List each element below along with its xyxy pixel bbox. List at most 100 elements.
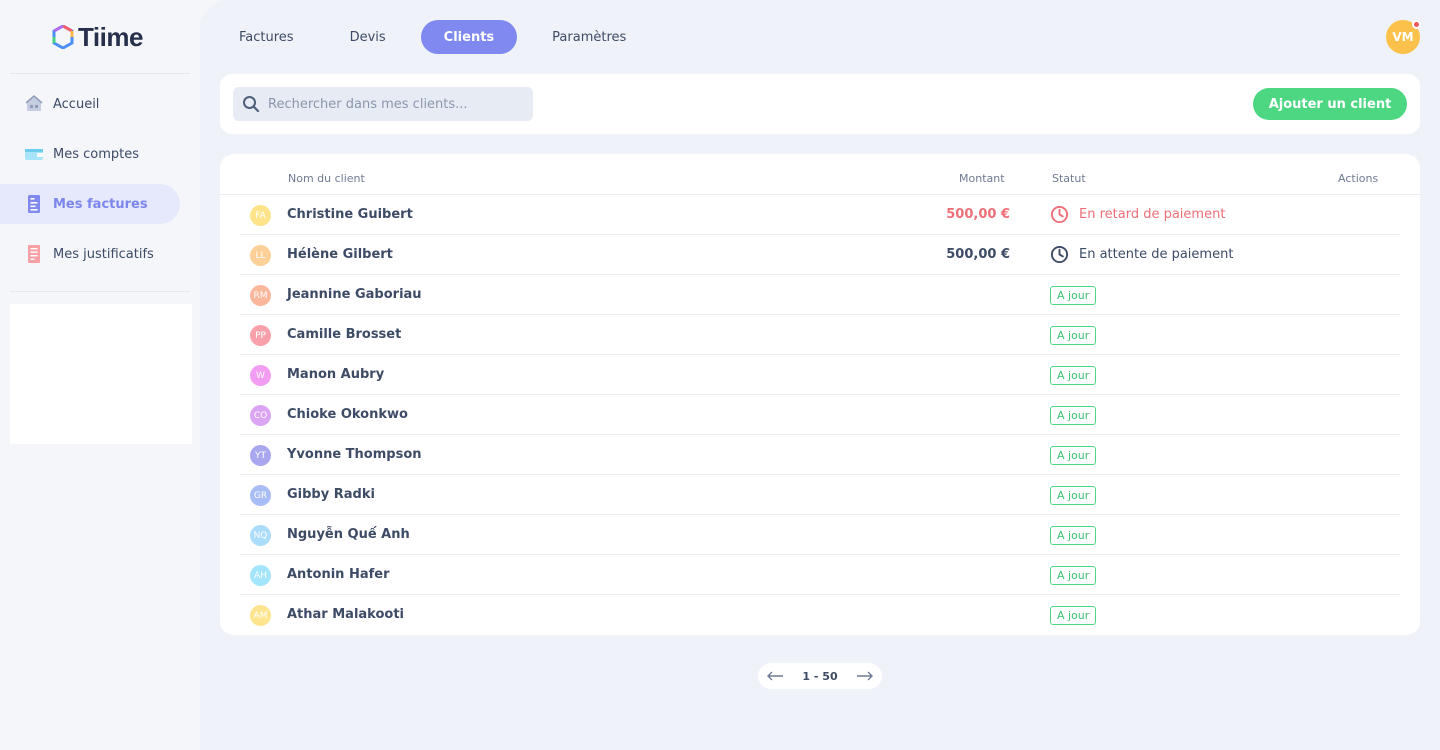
tab-parametres[interactable]: Paramètres — [529, 20, 649, 54]
client-avatar: AH — [250, 565, 271, 586]
client-name[interactable]: Nguyễn Quế Anh — [287, 527, 410, 542]
client-avatar: PP — [250, 325, 271, 346]
status-badge: A jour — [1050, 526, 1097, 545]
client-avatar: AM — [250, 605, 271, 626]
status-badge: A jour — [1050, 286, 1097, 305]
status-cell: A jour — [1050, 485, 1097, 505]
page-range: 1 - 50 — [802, 669, 838, 683]
client-name[interactable]: Manon Aubry — [287, 367, 384, 382]
sidebar: Tiime Accueil Mes comptes Mes factures M… — [0, 0, 200, 750]
pagination: 1 - 50 — [758, 663, 882, 689]
arrow-right-icon — [857, 671, 873, 681]
search-field[interactable] — [233, 87, 533, 121]
client-name[interactable]: Yvonne Thompson — [287, 447, 422, 462]
status-cell: A jour — [1050, 365, 1097, 385]
status-badge: A jour — [1050, 486, 1097, 505]
search-toolbar: Ajouter un client — [220, 74, 1420, 134]
client-avatar: YT — [250, 445, 271, 466]
tab-factures[interactable]: Factures — [216, 20, 317, 54]
sidebar-item-label: Mes justificatifs — [53, 246, 154, 262]
table-row[interactable]: W Manon Aubry A jour — [240, 355, 1400, 395]
tab-devis[interactable]: Devis — [327, 20, 409, 54]
search-icon — [243, 96, 260, 113]
sidebar-item-mes-comptes[interactable]: Mes comptes — [0, 134, 180, 174]
table-row[interactable]: LL Hélène Gilbert 500,00 € En attente de pa… — [240, 235, 1400, 275]
add-client-button[interactable]: Ajouter un client — [1253, 88, 1407, 120]
sidebar-item-label: Accueil — [53, 96, 100, 112]
client-avatar: FA — [250, 205, 271, 226]
sidebar-item-label: Mes comptes — [53, 146, 140, 162]
status-badge: A jour — [1050, 406, 1097, 425]
status-cell: A jour — [1050, 445, 1097, 465]
status-badge: A jour — [1050, 366, 1097, 385]
status-badge: A jour — [1050, 606, 1097, 625]
client-amount: 500,00 € — [946, 247, 1010, 262]
table-row[interactable]: NQ Nguyễn Quế Anh A jour — [240, 515, 1400, 555]
status-badge: A jour — [1050, 326, 1097, 345]
client-avatar: NQ — [250, 525, 271, 546]
table-header: Nom du client Montant Statut Actions — [220, 154, 1420, 195]
clock-icon — [1050, 205, 1069, 224]
home-icon — [24, 94, 44, 114]
status-badge: A jour — [1050, 566, 1097, 585]
client-avatar: RM — [250, 285, 271, 306]
column-header-amount[interactable]: Montant — [959, 172, 1005, 185]
table-row[interactable]: YT Yvonne Thompson A jour — [240, 435, 1400, 475]
client-avatar: CO — [250, 405, 271, 426]
status-cell: A jour — [1050, 285, 1097, 305]
sidebar-item-mes-justificatifs[interactable]: Mes justificatifs — [0, 234, 180, 274]
client-avatar: W — [250, 365, 271, 386]
client-name[interactable]: Jeannine Gaboriau — [287, 287, 422, 302]
table-row[interactable]: GR Gibby Radki A jour — [240, 475, 1400, 515]
status-cell: A jour — [1050, 605, 1097, 625]
client-name[interactable]: Athar Malakooti — [287, 607, 404, 622]
table-row[interactable]: CO Chioke Okonkwo A jour — [240, 395, 1400, 435]
main-content: Factures Devis Clients Paramètres VM Ajo… — [200, 0, 1440, 750]
status-cell: A jour — [1050, 525, 1097, 545]
top-tabs: Factures Devis Clients Paramètres — [216, 20, 661, 54]
column-header-actions: Actions — [1338, 172, 1379, 185]
prev-page-button[interactable] — [766, 671, 784, 681]
column-header-status[interactable]: Statut — [1052, 172, 1086, 185]
status-cell: En attente de paiement — [1050, 245, 1233, 264]
status-cell: A jour — [1050, 565, 1097, 585]
receipt-icon — [24, 244, 44, 264]
clients-table: Nom du client Montant Statut Actions FA C… — [220, 154, 1420, 635]
sidebar-item-accueil[interactable]: Accueil — [0, 84, 180, 124]
sidebar-item-label: Mes factures — [53, 196, 148, 212]
client-avatar: GR — [250, 485, 271, 506]
status-cell: A jour — [1050, 405, 1097, 425]
client-amount: 500,00 € — [946, 207, 1010, 222]
wallet-icon — [24, 144, 44, 164]
status-text: En attente de paiement — [1079, 247, 1234, 262]
table-row[interactable]: FA Christine Guibert 500,00 € En retard de … — [240, 195, 1400, 235]
notification-dot — [1412, 20, 1421, 29]
tiime-logo-icon — [52, 25, 74, 49]
table-row[interactable]: AH Antonin Hafer A jour — [240, 555, 1400, 595]
arrow-left-icon — [767, 671, 783, 681]
client-name[interactable]: Camille Brosset — [287, 327, 401, 342]
table-row[interactable]: PP Camille Brosset A jour — [240, 315, 1400, 355]
client-name[interactable]: Christine Guibert — [287, 207, 413, 222]
clock-icon — [1050, 245, 1069, 264]
client-name[interactable]: Antonin Hafer — [287, 567, 390, 582]
brand-logo[interactable]: Tiime — [52, 22, 143, 52]
client-name[interactable]: Hélène Gilbert — [287, 247, 393, 262]
status-badge: A jour — [1050, 446, 1097, 465]
sidebar-panel — [10, 304, 192, 444]
status-cell: A jour — [1050, 325, 1097, 345]
table-row[interactable]: AM Athar Malakooti A jour — [240, 595, 1400, 635]
user-avatar[interactable]: VM — [1386, 20, 1421, 54]
sidebar-item-mes-factures[interactable]: Mes factures — [0, 184, 180, 224]
client-name[interactable]: Gibby Radki — [287, 487, 375, 502]
sidebar-divider — [10, 73, 190, 74]
next-page-button[interactable] — [856, 671, 874, 681]
tab-clients[interactable]: Clients — [420, 20, 518, 54]
client-avatar: LL — [250, 245, 271, 266]
status-cell: En retard de paiement — [1050, 205, 1225, 224]
client-name[interactable]: Chioke Okonkwo — [287, 407, 408, 422]
column-header-name[interactable]: Nom du client — [288, 172, 365, 185]
search-input[interactable] — [268, 96, 518, 112]
table-row[interactable]: RM Jeannine Gaboriau A jour — [240, 275, 1400, 315]
brand-name: Tiime — [78, 21, 143, 52]
